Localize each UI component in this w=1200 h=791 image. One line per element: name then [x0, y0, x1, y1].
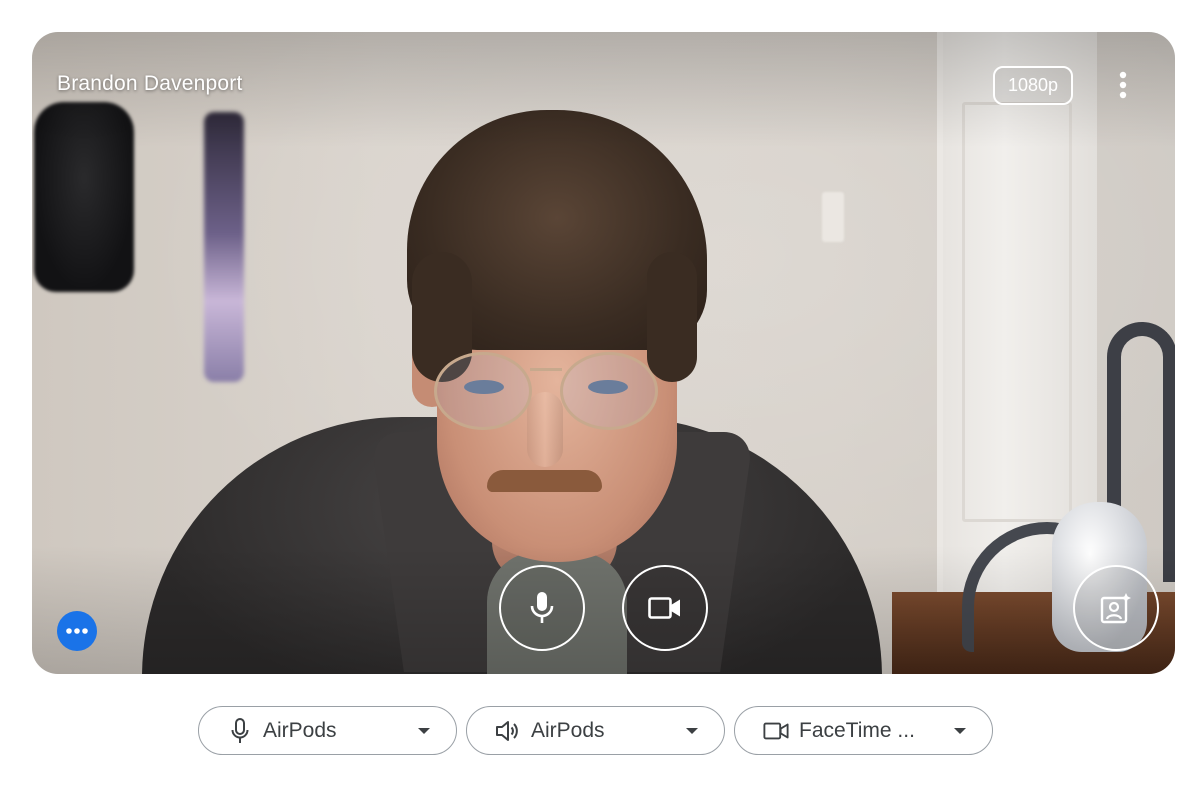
more-options-button[interactable]: [1106, 68, 1140, 102]
resolution-label: 1080p: [1007, 75, 1059, 95]
visual-effects-icon: [1100, 593, 1131, 624]
mic-icon: [227, 717, 253, 744]
speaker-select-label: AirPods: [531, 718, 605, 742]
resolution-badge: 1080p: [993, 66, 1073, 105]
mic-icon: [530, 592, 554, 623]
more-vert-icon: [1119, 71, 1127, 99]
participant-name: Brandon Davenport: [57, 72, 243, 95]
speaker-select[interactable]: AirPods: [466, 706, 725, 755]
more-horiz-icon: [66, 628, 88, 634]
camera-select[interactable]: FaceTime ...: [734, 706, 993, 755]
visual-effects-button[interactable]: [1073, 565, 1159, 651]
camera-toggle-button[interactable]: [622, 565, 708, 651]
device-selector-bar: AirPods AirPods FaceTime ...: [198, 706, 993, 755]
microphone-select-label: AirPods: [263, 718, 337, 742]
video-preview: Brandon Davenport 1080p: [32, 32, 1175, 674]
more-effects-button[interactable]: [57, 611, 97, 651]
microphone-toggle-button[interactable]: [499, 565, 585, 651]
chevron-down-icon: [948, 719, 972, 743]
chevron-down-icon: [680, 719, 704, 743]
chevron-down-icon: [412, 719, 436, 743]
videocam-icon: [648, 597, 680, 619]
videocam-icon: [763, 718, 789, 744]
speaker-icon: [495, 718, 521, 744]
microphone-select[interactable]: AirPods: [198, 706, 457, 755]
camera-select-label: FaceTime ...: [799, 718, 915, 742]
video-vignette: [32, 32, 1175, 674]
